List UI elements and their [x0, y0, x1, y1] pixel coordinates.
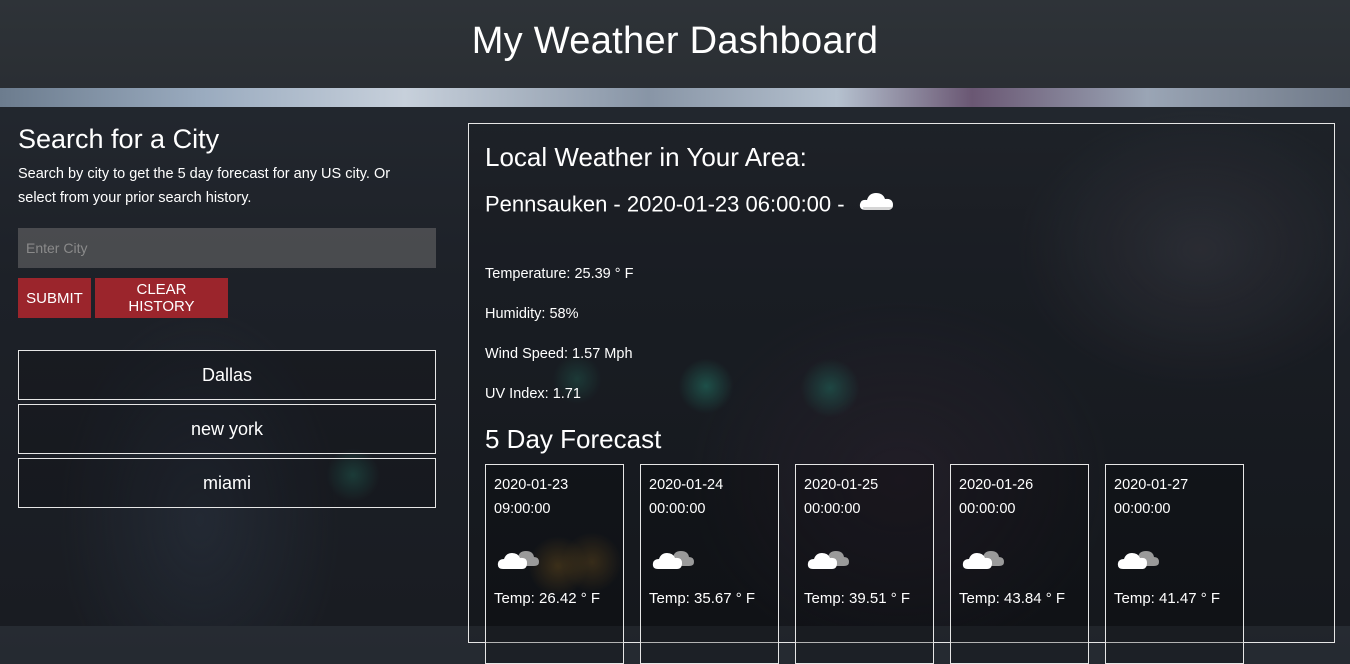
- forecast-date: 2020-01-23 09:00:00: [494, 477, 569, 517]
- page-header: My Weather Dashboard: [0, 0, 1350, 88]
- uv-index-text: UV Index: 1.71: [485, 386, 581, 402]
- partly-cloudy-icon: [496, 545, 540, 576]
- clear-history-button[interactable]: CLEAR HISTORY: [95, 278, 228, 318]
- header-banner-strip: [0, 88, 1350, 107]
- forecast-card: 2020-01-26 00:00:00 Temp: 43.84 ° F: [950, 464, 1089, 664]
- local-weather-heading: Local Weather in Your Area:: [485, 142, 807, 172]
- partly-cloudy-icon: [806, 545, 850, 576]
- history-item-new-york[interactable]: new york: [18, 404, 436, 454]
- forecast-temp: Temp: 26.42 ° F: [494, 590, 601, 607]
- forecast-card: 2020-01-23 09:00:00 Temp: 26.42 ° F: [485, 464, 624, 664]
- forecast-temp: Temp: 35.67 ° F: [649, 590, 756, 607]
- city-search-input[interactable]: [18, 228, 436, 268]
- partly-cloudy-icon: [1116, 545, 1160, 576]
- forecast-temp: Temp: 41.47 ° F: [1114, 590, 1221, 607]
- humidity-text: Humidity: 58%: [485, 306, 579, 322]
- history-item-miami[interactable]: miami: [18, 458, 436, 508]
- search-description: Search by city to get the 5 day forecast…: [18, 166, 391, 206]
- forecast-date: 2020-01-25 00:00:00: [804, 477, 879, 517]
- forecast-date: 2020-01-24 00:00:00: [649, 477, 724, 517]
- submit-button[interactable]: SUBMIT: [18, 278, 91, 318]
- forecast-temp: Temp: 39.51 ° F: [804, 590, 911, 607]
- forecast-date: 2020-01-26 00:00:00: [959, 477, 1034, 517]
- current-weather-title: Pennsauken - 2020-01-23 06:00:00 -: [485, 188, 897, 223]
- temperature-text: Temperature: 25.39 ° F: [485, 266, 634, 282]
- partly-cloudy-icon: [651, 545, 695, 576]
- forecast-temp: Temp: 43.84 ° F: [959, 590, 1066, 607]
- forecast-card: 2020-01-24 00:00:00 Temp: 35.67 ° F: [640, 464, 779, 664]
- forecast-card: 2020-01-25 00:00:00 Temp: 39.51 ° F: [795, 464, 934, 664]
- forecast-heading: 5 Day Forecast: [485, 424, 662, 454]
- forecast-date: 2020-01-27 00:00:00: [1114, 477, 1189, 517]
- cloud-icon: [857, 188, 897, 223]
- search-panel: Search for a City Search by city to get …: [18, 122, 436, 508]
- partly-cloudy-icon: [961, 545, 1005, 576]
- forecast-card: 2020-01-27 00:00:00 Temp: 41.47 ° F: [1105, 464, 1244, 664]
- history-item-dallas[interactable]: Dallas: [18, 350, 436, 400]
- weather-panel: Local Weather in Your Area: Pennsauken -…: [468, 123, 1335, 664]
- page-title: My Weather Dashboard: [471, 20, 879, 62]
- wind-speed-text: Wind Speed: 1.57 Mph: [485, 346, 633, 362]
- current-city-datetime: Pennsauken - 2020-01-23 06:00:00 -: [485, 191, 845, 217]
- search-heading: Search for a City: [18, 124, 220, 154]
